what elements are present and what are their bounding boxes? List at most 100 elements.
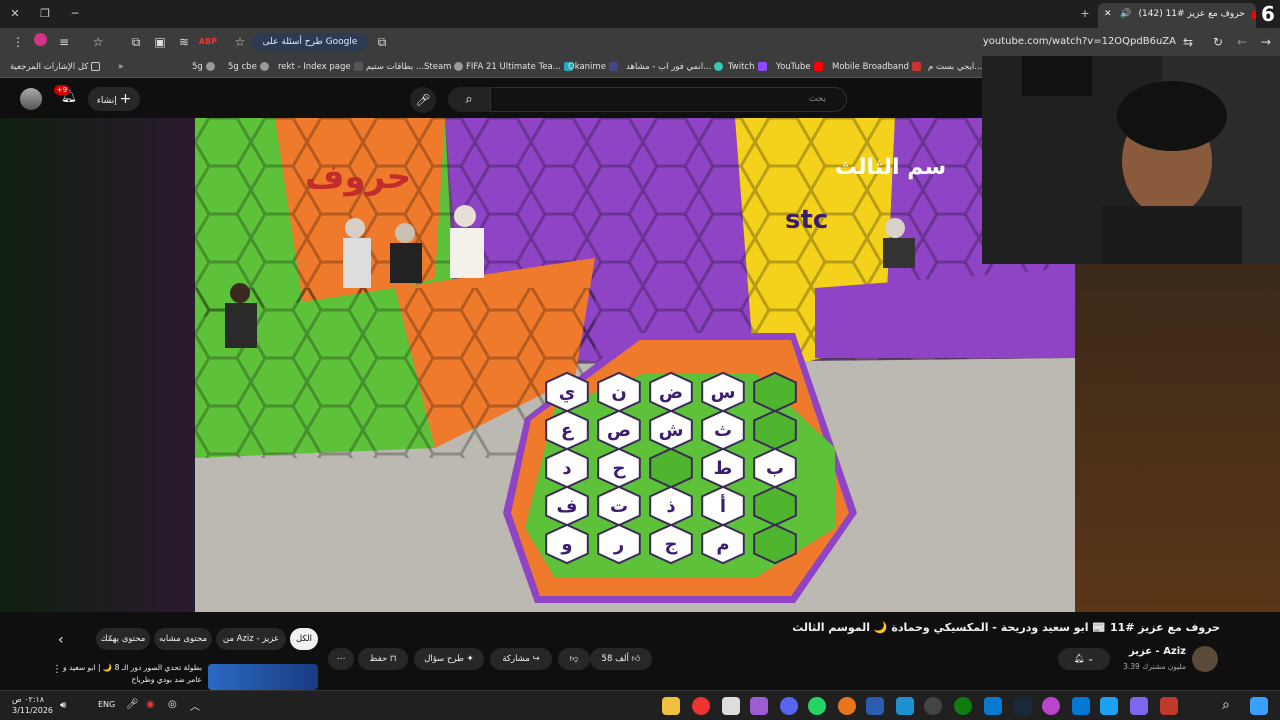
board-letter: ح [613,458,626,479]
bookmark-youtube[interactable]: YouTube [776,59,826,75]
next-video-title[interactable]: بطولة تحدي الصور دور الـ 8 🌙 | ابو سعيد … [60,662,202,686]
clock-time[interactable]: ٠٢:١٨ ص [12,695,44,704]
chips-prev-icon[interactable]: ‹ [58,632,64,648]
profile-icon[interactable] [30,32,50,52]
board-letter: م [716,534,729,555]
mic-tray-icon[interactable]: 🎤︎ [126,699,139,710]
save-label: حفظ [369,654,388,664]
search-button[interactable]: ⌕ [448,87,490,112]
network-tray-icon[interactable]: ◎ [168,699,177,710]
board-cell [753,485,797,527]
browser-tab[interactable]: ✕ 🔊 (142) حروف مع عزيز #11 [1098,3,1256,28]
bookmark-okanime[interactable]: Okanime [568,59,621,75]
share-button[interactable]: مشاركة ↪ [490,648,552,670]
voice-search-icon[interactable]: 🎤︎ [410,87,436,113]
obs-icon[interactable] [924,697,942,715]
bookmark-steam[interactable]: بطاقات ستيم ...Steam [366,59,466,75]
browser-icon[interactable] [1042,697,1060,715]
create-label: إنشاء [96,96,117,106]
favorites-icon[interactable]: ☆ [88,32,108,52]
back-icon[interactable]: → [1256,32,1276,52]
volume-icon[interactable]: 🔊︎ [60,700,66,711]
edge-icon[interactable] [1100,697,1118,715]
menu-icon[interactable]: ⋮ [8,32,28,52]
chrome-icon[interactable] [692,697,710,715]
reading-list-icon[interactable]: ≡ [54,32,74,52]
next-video-menu-icon[interactable]: ⋮ [52,664,62,675]
taskbar: ٠٢:١٨ ص 3/11/2026 🔊︎ ENG 🎤︎ ◉ ◎ ︿ ⌕ [0,690,1280,720]
ask-button[interactable]: طرح سؤال ✦ [414,648,484,670]
video-frame[interactable]: حروف سم الثالث stc ي ن ض س ع ص ش ث د ح ط ب ف ت ذ أ و ر ج م [195,118,1075,612]
bookmark-anime4up[interactable]: انمي فور اب - مشاهد... [626,59,726,75]
board-letter: ش [659,420,684,441]
save-button[interactable]: حفظ ⊓ [358,648,408,670]
discord-icon[interactable] [780,697,798,715]
like-button[interactable]: 58 ألف 👍︎ [590,648,652,670]
clock-date[interactable]: 3/11/2026 [12,706,53,715]
reload-icon[interactable]: ↻ [1208,32,1228,52]
app-orange-icon[interactable] [838,697,856,715]
close-window-button[interactable]: ✕ [4,4,26,24]
app-purple-icon[interactable] [750,697,768,715]
capcut-icon[interactable] [722,697,740,715]
app-blue-icon[interactable] [866,697,884,715]
xbox-icon[interactable] [954,697,972,715]
bookmarks-overflow[interactable]: » [118,59,123,75]
bookmark-egybest[interactable]: ايجي بست م... [928,59,982,75]
whatsapp-icon[interactable] [808,697,826,715]
chip-all[interactable]: الكل [290,628,318,650]
bookmark-5gcbe[interactable]: 5g cbe [228,59,272,75]
bookmark-star-icon[interactable]: ☆ [230,32,250,52]
extension-wave-icon[interactable]: ≋ [174,32,194,52]
minimize-window-button[interactable]: ─ [64,4,86,24]
adobe-icon[interactable] [1160,697,1178,715]
bookmark-5g[interactable]: 5g [192,59,218,75]
start-icon[interactable] [1250,697,1268,715]
webcam-overlay [982,56,1280,264]
bookmark-broadband[interactable]: Mobile Broadband [832,59,924,75]
search-input[interactable]: بحث [490,87,847,112]
steam-icon[interactable] [1014,697,1032,715]
bell-icon: 🔔︎ [1073,654,1085,664]
board-letter: ص [607,420,631,441]
board-cell [753,371,797,413]
forward-icon[interactable]: ← [1232,32,1252,52]
svg-text:سم الثالث: سم الثالث [835,155,946,180]
extension-blue-icon[interactable]: ▣ [150,32,170,52]
bookmark-fifa[interactable]: FIFA 21 Ultimate Tea... [466,59,576,75]
search-taskbar-icon[interactable]: ⌕ [1222,697,1230,713]
language-indicator[interactable]: ENG [98,700,115,709]
site-info-icon[interactable]: ⧉ [372,32,392,52]
dislike-button[interactable]: 👎︎ [558,648,590,670]
vscode-icon[interactable] [896,697,914,715]
subscribed-button[interactable]: 🔔︎ ⌄ [1058,648,1110,670]
board-cell [753,409,797,451]
tune-icon[interactable]: ⇆ [1178,32,1198,52]
chip-from-channel[interactable]: من Aziz - عزيز [216,628,286,650]
more-actions-button[interactable]: ⋯ [328,648,354,670]
google-ask-pill[interactable]: طرح أسئلة على Google [252,33,368,51]
outlook-icon[interactable] [1072,697,1090,715]
close-tab-icon[interactable]: ✕ [1104,9,1112,19]
teams-icon[interactable] [984,697,1002,715]
copilot-icon[interactable] [1130,697,1148,715]
svg-text:stc: stc [785,205,828,235]
adblock-icon[interactable]: ABP [198,32,218,52]
file-explorer-icon[interactable] [662,697,680,715]
channel-name[interactable]: عزيز - Aziz [1110,646,1186,657]
avatar[interactable] [20,88,42,110]
chip-similar[interactable]: محتوى مشابه [154,628,212,650]
url-field[interactable]: youtube.com/watch?v=12OQpdB6uZA [960,32,1176,52]
next-video-thumbnail[interactable] [208,664,318,690]
bookmark-twitch[interactable]: Twitch [728,59,770,75]
create-button[interactable]: إنشاء + [88,87,140,111]
bookmark-all[interactable]: كل الإشارات المرجعية [10,59,103,75]
tray-overflow-icon[interactable]: ︿ [190,698,200,713]
channel-avatar[interactable] [1192,646,1218,672]
new-tab-button[interactable]: + [1074,4,1096,24]
extensions-icon[interactable]: ⧉ [126,32,146,52]
bookmark-rekt[interactable]: rekt - Index page [278,59,366,75]
chip-for-you[interactable]: محتوى يهمّك [96,628,150,650]
restore-window-button[interactable]: ❐ [34,4,56,24]
record-tray-icon[interactable]: ◉ [146,699,155,710]
